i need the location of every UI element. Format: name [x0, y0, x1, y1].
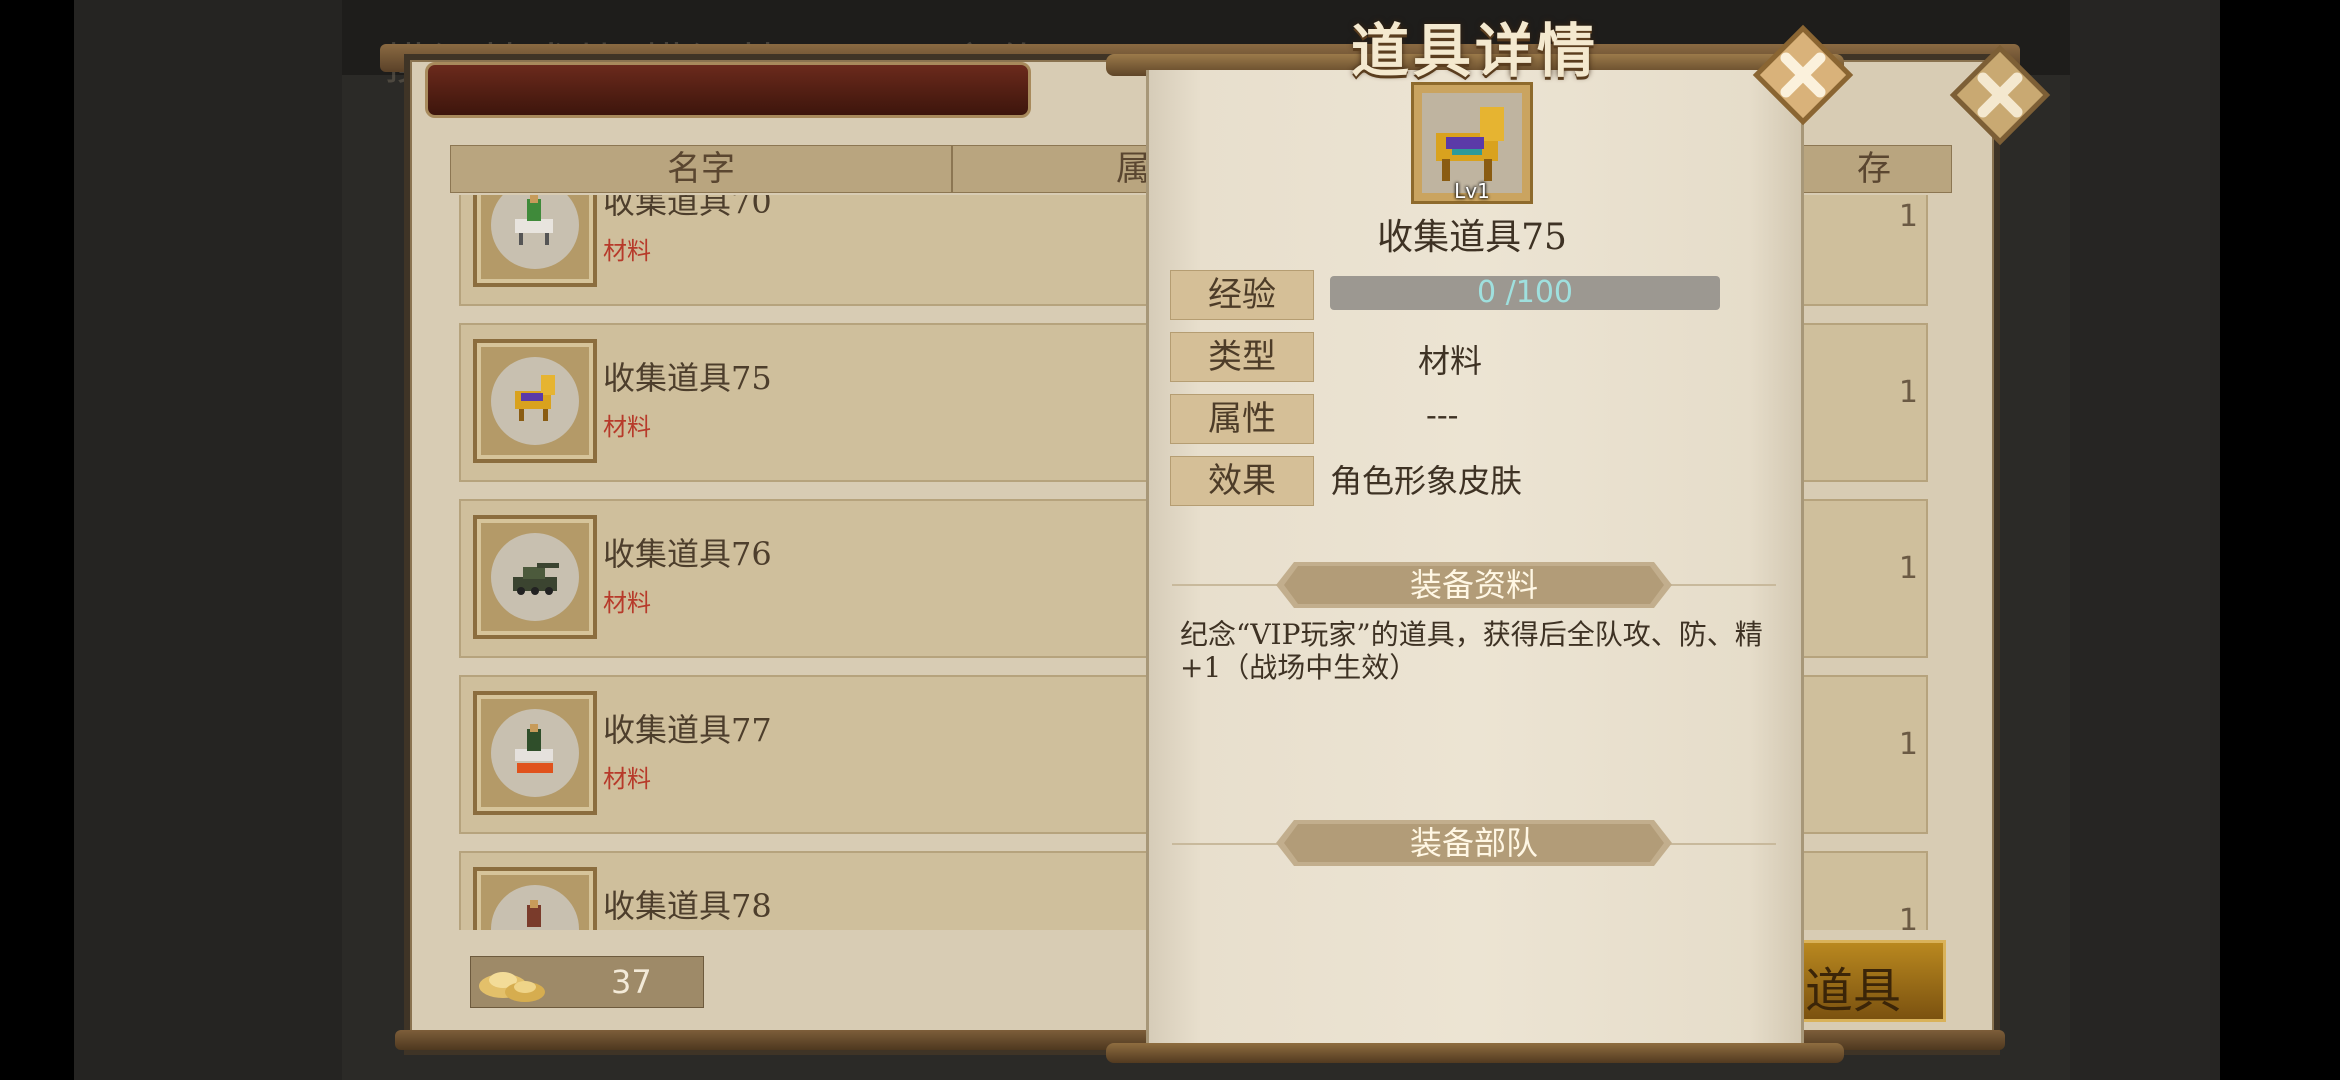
item-type: 材料 — [603, 765, 651, 793]
item-stock: 1 — [1898, 199, 1918, 234]
item-type: 材料 — [603, 237, 651, 265]
screen-bezel-right — [2220, 0, 2340, 1080]
golden-horse-icon — [515, 375, 555, 421]
gold-amount: 37 — [611, 963, 652, 1001]
screen-bezel-left — [0, 0, 74, 1080]
divider — [1172, 843, 1282, 845]
attr-label: 属性 — [1170, 394, 1314, 444]
exp-progress-bar: 0 /100 — [1330, 276, 1720, 310]
item-icon-frame — [473, 515, 597, 639]
item-title: 收集道具75 — [1377, 217, 1567, 258]
right-side-backdrop — [2070, 0, 2220, 1080]
column-name-header[interactable]: 名字 — [451, 146, 953, 192]
item-icon-frame — [473, 195, 597, 287]
item-stock: 1 — [1898, 903, 1918, 930]
left-side-menu-backdrop — [74, 0, 342, 1080]
item-name: 收集道具76 — [603, 535, 772, 573]
item-icon-frame — [473, 867, 597, 930]
item-type: 材料 — [603, 589, 651, 617]
type-value: 材料 — [1418, 342, 1483, 380]
effect-label: 效果 — [1170, 456, 1314, 506]
item-name: 收集道具77 — [603, 711, 772, 749]
mounted-general-icon — [515, 195, 553, 245]
equip-troop-banner: 装备部队 — [1276, 820, 1672, 866]
golden-horse-icon — [1436, 107, 1504, 181]
attr-value: --- — [1426, 396, 1459, 434]
equip-troop-title: 装备部队 — [1409, 824, 1538, 862]
close-icon[interactable] — [1945, 40, 2055, 150]
divider — [1666, 843, 1776, 845]
column-attr-header[interactable]: 属 — [1116, 146, 1150, 192]
close-icon[interactable] — [1748, 20, 1858, 130]
divider — [1666, 584, 1776, 586]
gold-ingot-icon — [479, 972, 545, 1002]
item-name: 收集道具75 — [603, 359, 772, 397]
item-icon-frame — [473, 339, 597, 463]
detail-title: 道具详情 — [1350, 17, 1599, 85]
item-name: 收集道具70 — [603, 195, 772, 221]
exp-value: 0 /100 — [1477, 275, 1573, 310]
item-description: 纪念“VIP玩家”的道具，获得后全队攻、防、精+1（战场中生效） — [1180, 618, 1763, 684]
equip-info-banner: 装备资料 — [1276, 562, 1672, 608]
divider — [1172, 584, 1282, 586]
scroll-bottom-rod — [1106, 1043, 1844, 1063]
list-header-bar — [425, 62, 1031, 118]
item-icon-frame — [473, 691, 597, 815]
type-label: 类型 — [1170, 332, 1314, 382]
item-stock: 1 — [1898, 727, 1918, 762]
item-type: 材料 — [603, 413, 651, 441]
mounted-general-icon — [527, 900, 541, 927]
item-name: 收集道具78 — [603, 887, 772, 925]
item-portrait-frame: Lv1 — [1411, 82, 1533, 204]
item-level: Lv1 — [1454, 179, 1490, 203]
item-stock: 1 — [1898, 375, 1918, 410]
exp-label: 经验 — [1170, 270, 1314, 320]
equip-info-title: 装备资料 — [1409, 566, 1538, 604]
tank-icon — [513, 563, 559, 595]
effect-value: 角色形象皮肤 — [1330, 462, 1523, 500]
mounted-general-icon — [515, 724, 553, 773]
item-stock: 1 — [1898, 551, 1918, 586]
column-stock-header[interactable]: 存 — [1857, 146, 1891, 192]
item-tab-button[interactable]: 道具 — [1790, 940, 1946, 1022]
item-tab-button-label: 道具 — [1805, 963, 1902, 1019]
gold-counter: 37 — [470, 956, 704, 1008]
